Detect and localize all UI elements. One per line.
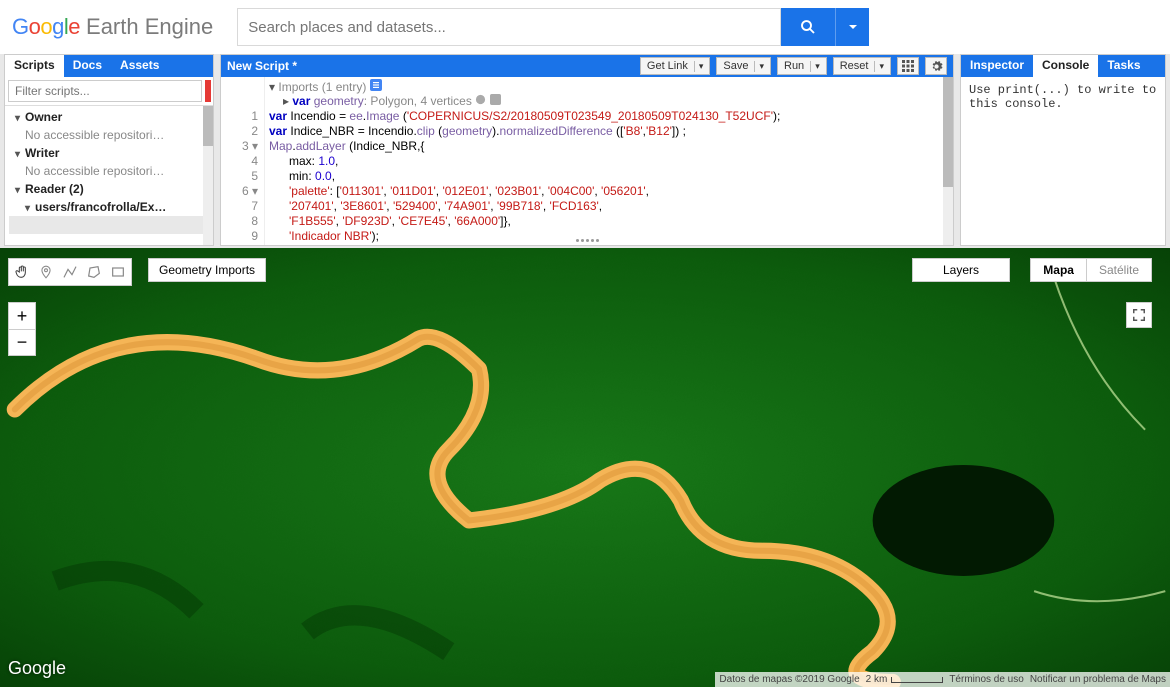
zoom-out-button[interactable]: − [9,329,35,355]
maptype-satellite[interactable]: Satélite [1086,259,1151,281]
top-bar: Google Earth Engine [0,0,1170,54]
tree-scrollbar[interactable] [203,106,213,245]
attrib-report[interactable]: Notificar un problema de Maps [1030,674,1166,685]
editor-panel: New Script * Get Link Save Run Reset 123… [220,54,954,246]
product-name: Earth Engine [86,14,213,40]
map-viewport[interactable]: Geometry Imports Layers Mapa Satélite + … [0,248,1170,687]
tab-console[interactable]: Console [1033,55,1098,77]
gear-icon [930,60,943,73]
reset-button[interactable]: Reset [833,57,891,75]
filter-scripts-input[interactable] [8,80,202,102]
editor-scrollbar[interactable] [943,77,953,245]
getlink-button[interactable]: Get Link [640,57,711,75]
script-title: New Script * [227,59,634,73]
google-logo: Google [12,14,80,40]
map-imagery [0,248,1170,687]
tab-assets[interactable]: Assets [111,55,168,77]
tree-reader[interactable]: Reader (2) [9,180,209,198]
tree-owner-empty: No accessible repositori… [9,126,209,144]
tree-writer-empty: No accessible repositori… [9,162,209,180]
run-button[interactable]: Run [777,57,827,75]
right-tabs: Inspector Console Tasks [961,55,1165,77]
geom-settings-icon[interactable] [475,94,486,105]
fullscreen-icon [1132,308,1146,322]
geom-delete-icon[interactable] [490,94,501,105]
console-output: Use print(...) to write to this console. [961,77,1165,245]
line-icon [62,264,78,280]
geometry-imports-button[interactable]: Geometry Imports [148,258,266,282]
imports-header: Imports (1 entry) [278,80,366,94]
line-tool[interactable] [59,261,81,283]
tab-scripts[interactable]: Scripts [5,55,64,77]
console-panel: Inspector Console Tasks Use print(...) t… [960,54,1166,246]
settings-button[interactable] [925,57,947,75]
tab-docs[interactable]: Docs [64,55,111,77]
scripts-panel: Scripts Docs Assets Owner No accessible … [4,54,214,246]
panel-resize-grip[interactable] [567,239,607,245]
zoom-in-button[interactable]: + [9,303,35,329]
tab-tasks[interactable]: Tasks [1098,55,1149,77]
code-content[interactable]: ▾ Imports (1 entry) ▸ var geometry: Poly… [265,77,953,245]
left-tabs: Scripts Docs Assets [5,55,213,77]
search-wrap [237,8,869,46]
logo: Google Earth Engine [12,14,213,40]
tree-entry[interactable] [9,216,209,234]
tree-writer[interactable]: Writer [9,144,209,162]
search-input[interactable] [237,8,781,46]
save-button[interactable]: Save [716,57,771,75]
map-type-toggle: Mapa Satélite [1030,258,1152,282]
editor-toolbar: New Script * Get Link Save Run Reset [221,55,953,77]
attrib-data: Datos de mapas ©2019 Google [719,674,859,685]
fullscreen-button[interactable] [1126,302,1152,328]
apps-button[interactable] [897,57,919,75]
pan-tool[interactable] [11,261,33,283]
search-button[interactable] [781,8,835,46]
tab-inspector[interactable]: Inspector [961,55,1033,77]
map-attribution: Datos de mapas ©2019 Google 2 km Término… [715,672,1170,687]
grid-icon [902,60,914,72]
imports-icon [370,79,382,91]
code-editor[interactable]: 123 ▾456 ▾789 ▾ Imports (1 entry) ▸ var … [221,77,953,245]
rectangle-tool[interactable] [107,261,129,283]
tree-user-repo[interactable]: users/francofrolla/Ex… [9,198,209,216]
line-gutter: 123 ▾456 ▾789 [221,77,265,245]
marker-tool[interactable] [35,261,57,283]
map-footer-logo: Google [8,658,66,679]
scripts-tree: Owner No accessible repositori… Writer N… [5,106,213,245]
maptype-map[interactable]: Mapa [1031,259,1086,281]
polygon-tool[interactable] [83,261,105,283]
zoom-controls: + − [8,302,36,356]
chevron-down-icon [848,22,858,32]
panels-row: Scripts Docs Assets Owner No accessible … [0,54,1170,248]
attrib-terms[interactable]: Términos de uso [949,674,1023,685]
scale-bar: 2 km [866,674,944,685]
draw-toolbar [8,258,132,286]
layers-button[interactable]: Layers [912,258,1010,282]
new-script-indicator[interactable] [205,80,211,102]
search-icon [799,18,817,36]
rectangle-icon [110,264,126,280]
filter-row [5,77,213,106]
tree-owner[interactable]: Owner [9,108,209,126]
hand-icon [14,264,30,280]
marker-icon [39,264,53,280]
search-dropdown[interactable] [835,8,869,46]
polygon-icon [86,264,102,280]
